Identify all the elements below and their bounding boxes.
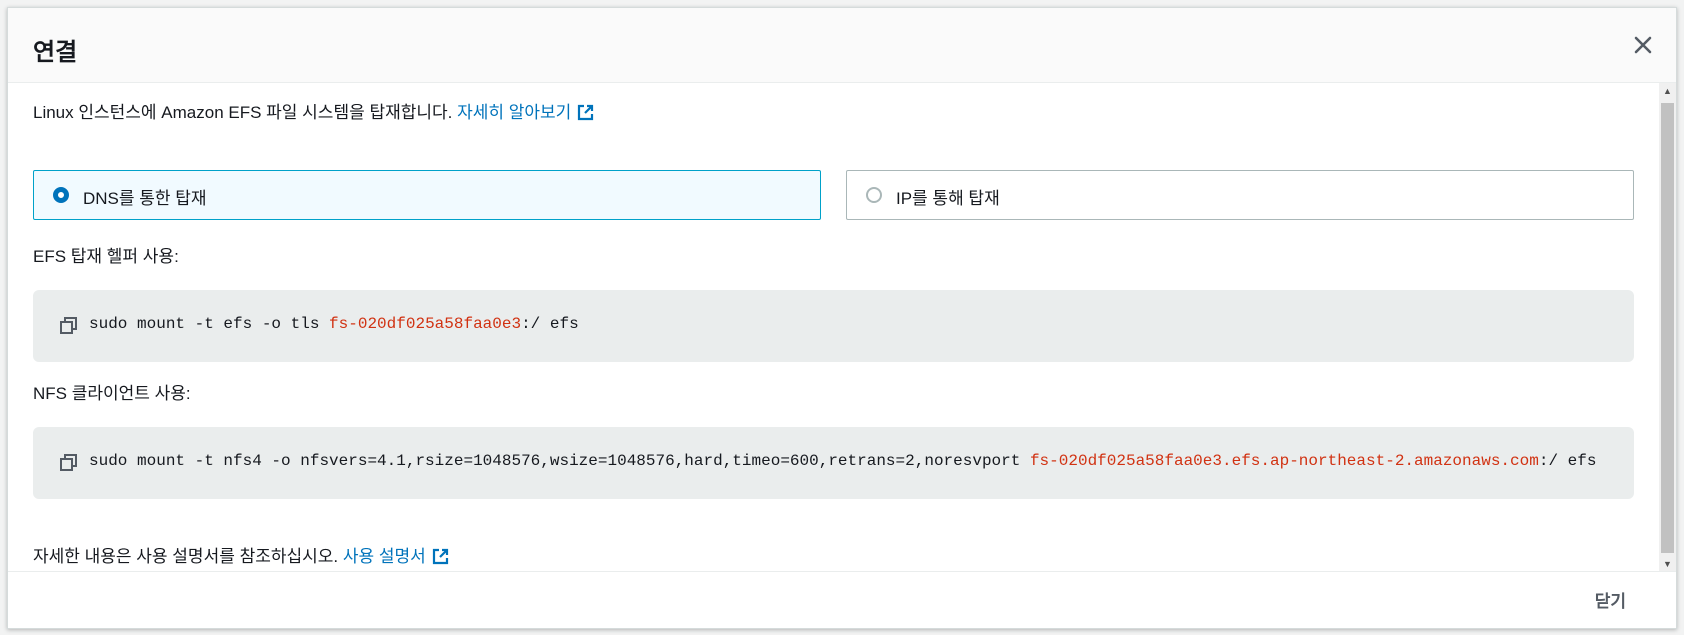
intro-description: Linux 인스턴스에 Amazon EFS 파일 시스템을 탑재합니다. [33, 103, 458, 122]
ip-option-label: IP를 통해 탑재 [896, 189, 1000, 208]
copy-icon[interactable] [59, 453, 79, 473]
close-button[interactable]: 닫기 [1595, 587, 1626, 612]
mount-via-ip-option[interactable]: IP를 통해 탑재 [846, 170, 1634, 220]
modal-title: 연결 [33, 39, 78, 66]
intro-text: Linux 인스턴스에 Amazon EFS 파일 시스템을 탑재합니다. 자세… [33, 98, 594, 126]
nfs-command-suffix: :/ efs [1538, 452, 1597, 470]
footer-note-text: 자세한 내용은 사용 설명서를 참조하십시오. [33, 547, 343, 566]
scroll-thumb[interactable] [1661, 103, 1674, 553]
nfs-client-label: NFS 클라이언트 사용: [33, 384, 191, 403]
radio-unselected-icon[interactable] [866, 187, 882, 203]
user-guide-link[interactable]: 사용 설명서 [343, 547, 426, 566]
efs-command-prefix: sudo mount -t efs -o tls [89, 315, 330, 333]
dns-option-label: DNS를 통한 탑재 [83, 189, 207, 208]
external-link-icon[interactable] [577, 104, 594, 126]
modal-header: 연결 [8, 8, 1676, 83]
radio-selected-icon[interactable] [53, 187, 69, 203]
close-icon[interactable] [1628, 30, 1658, 60]
learn-more-link[interactable]: 자세히 알아보기 [457, 103, 571, 122]
nfs-command-prefix: sudo mount -t nfs4 -o nfsvers=4.1,rsize=… [89, 452, 1030, 470]
efs-helper-label: EFS 탑재 헬퍼 사용: [33, 247, 179, 266]
efs-helper-command: sudo mount -t efs -o tls fs-020df025a58f… [89, 315, 579, 333]
efs-helper-command-box: sudo mount -t efs -o tls fs-020df025a58f… [33, 290, 1634, 362]
nfs-client-command: sudo mount -t nfs4 -o nfsvers=4.1,rsize=… [89, 452, 1596, 470]
scroll-up-arrow-icon[interactable]: ▲ [1659, 83, 1676, 100]
copy-icon[interactable] [59, 316, 79, 336]
mount-via-dns-option[interactable]: DNS를 통한 탑재 [33, 170, 821, 220]
efs-filesystem-id: fs-020df025a58faa0e3 [329, 315, 522, 333]
vertical-scrollbar[interactable]: ▲ ▼ [1659, 83, 1676, 573]
efs-command-suffix: :/ efs [521, 315, 579, 333]
modal-footer: 닫기 [8, 571, 1676, 628]
nfs-dns-name: fs-020df025a58faa0e3.efs.ap-northeast-2.… [1029, 452, 1539, 470]
footer-note: 자세한 내용은 사용 설명서를 참조하십시오. 사용 설명서 [33, 542, 449, 570]
connect-modal: 연결 Linux 인스턴스에 Amazon EFS 파일 시스템을 탑재합니다.… [7, 7, 1677, 629]
external-link-icon[interactable] [432, 548, 449, 570]
nfs-client-command-box: sudo mount -t nfs4 -o nfsvers=4.1,rsize=… [33, 427, 1634, 499]
modal-body: Linux 인스턴스에 Amazon EFS 파일 시스템을 탑재합니다. 자세… [8, 83, 1659, 573]
